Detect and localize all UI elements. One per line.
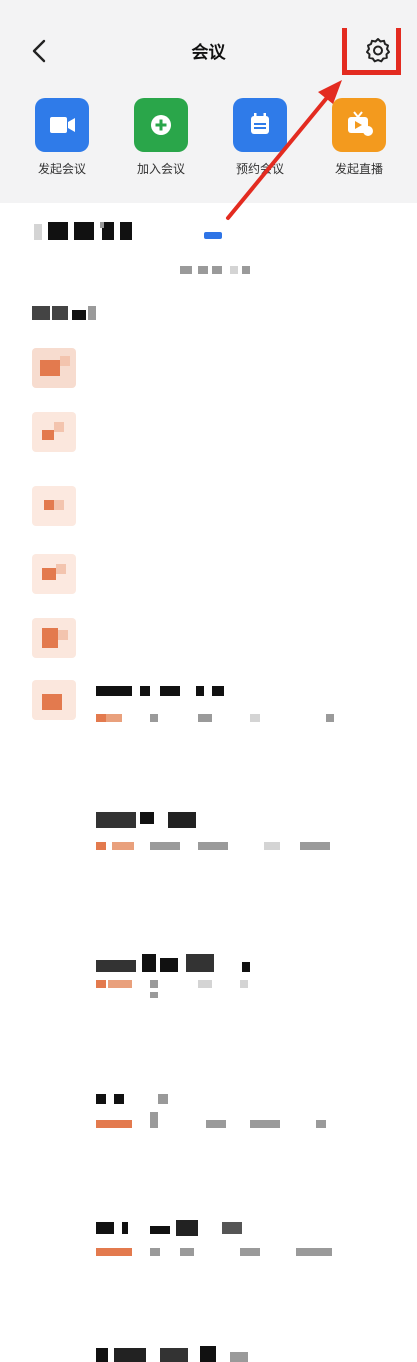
schedule-meeting-button[interactable]: 预约会议 [220,98,300,177]
meeting-thumbnail-icon [32,554,76,594]
video-camera-icon [35,98,89,152]
annotation-highlight-box [342,28,401,75]
meeting-thumbnail-icon [32,618,76,658]
join-meeting-button[interactable]: 加入会议 [121,98,201,177]
calendar-icon [233,98,287,152]
plus-circle-icon [134,98,188,152]
meeting-thumbnail-icon [32,348,76,388]
start-meeting-label: 发起会议 [37,162,86,176]
meeting-thumbnail-icon [32,680,76,720]
meeting-history-row[interactable] [0,608,417,1256]
start-meeting-button[interactable]: 发起会议 [22,98,102,177]
quick-actions: 发起会议 加入会议 预约会议 发起直播 [0,98,417,188]
meeting-thumbnail-icon [32,412,76,452]
meeting-history-row[interactable] [0,476,417,998]
meeting-history-row[interactable] [0,544,417,1128]
live-tv-icon [332,98,386,152]
schedule-meeting-label: 预约会议 [235,162,284,176]
meeting-history-row[interactable] [0,402,417,850]
start-live-label: 发起直播 [334,162,383,176]
start-live-button[interactable]: 发起直播 [319,98,399,177]
meeting-history-row[interactable] [0,338,417,722]
meeting-thumbnail-icon [32,486,76,526]
meeting-history-row[interactable] [0,670,417,1362]
join-meeting-label: 加入会议 [136,162,185,176]
